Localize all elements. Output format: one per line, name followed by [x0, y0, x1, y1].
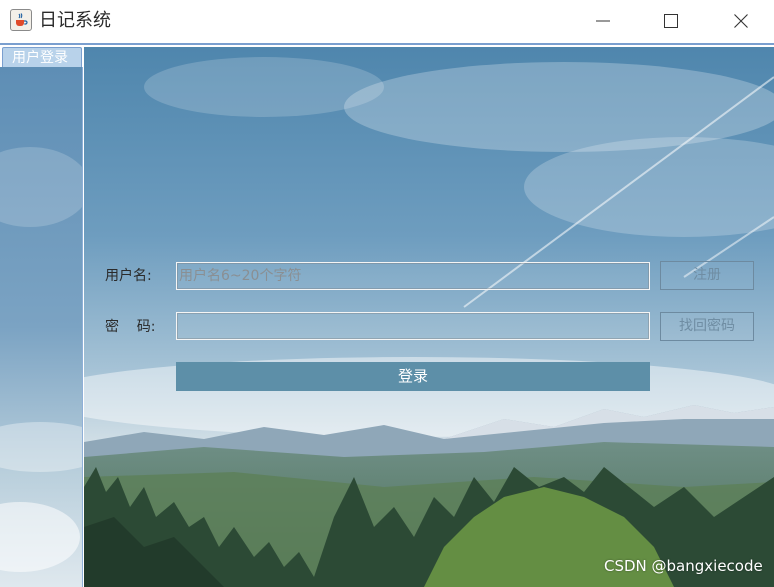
password-label: 密 码:: [105, 319, 156, 335]
java-coffee-cup-icon[interactable]: [10, 9, 32, 31]
title-bar: 日记系统: [0, 0, 774, 43]
close-icon: [734, 14, 748, 28]
register-button[interactable]: 注册: [660, 261, 754, 290]
minimize-icon: [596, 20, 610, 22]
title-bar-border: [0, 43, 774, 45]
left-panel-background: [0, 67, 83, 587]
login-button[interactable]: 登录: [176, 362, 650, 391]
tab-label: 用户登录: [12, 50, 68, 66]
username-label: 用户名:: [105, 268, 152, 284]
username-input[interactable]: 用户名6~20个字符: [176, 262, 650, 290]
maximize-button[interactable]: [636, 0, 706, 43]
recover-password-button[interactable]: 找回密码: [660, 312, 754, 341]
close-button[interactable]: [706, 0, 774, 43]
window-title: 日记系统: [39, 10, 111, 31]
minimize-button[interactable]: [568, 0, 638, 43]
watermark: CSDN @bangxiecode: [604, 557, 763, 575]
maximize-icon: [664, 14, 678, 28]
tab-user-login[interactable]: 用户登录: [2, 47, 82, 67]
password-input[interactable]: [176, 312, 650, 340]
